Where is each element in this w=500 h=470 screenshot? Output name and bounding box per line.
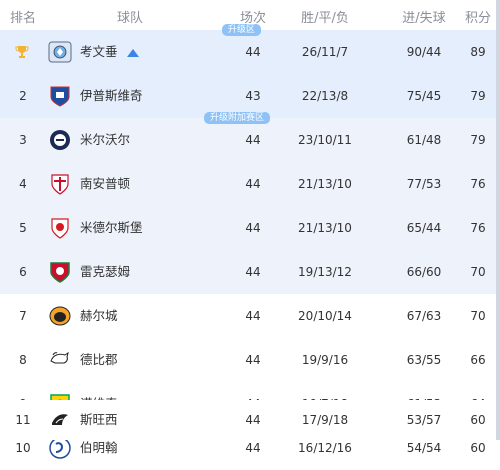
table-row[interactable]: 3 米尔沃尔 44 23/10/11 61/48 79 [0, 118, 500, 162]
played-cell: 44 [245, 309, 261, 323]
record-cell: 17/9/18 [301, 413, 349, 427]
goals-cell: 53/57 [406, 413, 442, 427]
header-points: 积分 [464, 11, 491, 26]
played-cell: 44 [245, 177, 261, 191]
table-row[interactable]: 6 雷克瑟姆 44 19/13/12 66/60 70 [0, 250, 500, 294]
table-row[interactable]: 5 米德尔斯堡 44 21/13/10 65/44 76 [0, 206, 500, 250]
swansea-crest-icon [52, 414, 68, 425]
goals-cell: 65/44 [406, 221, 442, 235]
points-cell: 70 [470, 265, 486, 279]
team-name: 南安普顿 [80, 176, 131, 191]
points-cell: 70 [470, 309, 486, 323]
trophy-icon [15, 46, 29, 58]
goals-cell: 67/63 [406, 309, 442, 323]
coventry-crest-icon [48, 41, 72, 63]
table-row[interactable]: 4 南安普顿 44 21/13/10 77/53 76 [0, 162, 500, 206]
goals-cell: 90/44 [406, 45, 442, 59]
rank-cell: 3 [19, 133, 27, 147]
rank-cell: 7 [19, 309, 27, 323]
millwall-crest-icon [50, 130, 70, 150]
goals-cell: 61/48 [406, 133, 442, 147]
rank-cell: 8 [19, 353, 27, 367]
played-cell: 44 [245, 221, 261, 235]
team-name: 赫尔城 [80, 308, 118, 323]
record-cell: 19/9/16 [301, 353, 349, 367]
scrollbar[interactable] [496, 0, 500, 440]
rank-cell: 11 [15, 413, 31, 427]
played-cell: 44 [245, 45, 261, 59]
record-cell: 21/13/10 [298, 221, 352, 235]
record-cell: 26/11/7 [301, 45, 349, 59]
rank-cell: 4 [19, 177, 27, 191]
record-cell: 23/10/11 [298, 133, 352, 147]
played-cell: 44 [245, 133, 261, 147]
points-cell: 66 [470, 353, 486, 367]
header-goals: 进/失球 [402, 11, 446, 26]
team-name: 考文垂 [80, 30, 240, 74]
team-name: 米尔沃尔 [80, 132, 131, 147]
promotion-zone-tag: 升级区 [222, 24, 262, 36]
team-name: 斯旺西 [80, 412, 118, 427]
played-cell: 44 [245, 413, 261, 427]
hull-crest-icon [49, 306, 71, 326]
record-cell: 20/10/14 [298, 309, 352, 323]
points-cell: 76 [470, 177, 486, 191]
table-row[interactable]: 11 斯旺西 44 17/9/18 53/57 60 [0, 400, 500, 440]
goals-cell: 77/53 [406, 177, 442, 191]
points-cell: 60 [470, 413, 486, 427]
played-cell: 44 [245, 353, 261, 367]
table-row[interactable]: 考文垂 44 26/11/7 90/44 89 [0, 30, 500, 74]
points-cell: 89 [470, 45, 486, 59]
team-name: 德比郡 [80, 352, 118, 367]
rank-cell: 2 [19, 89, 27, 103]
header-team: 球队 [116, 11, 143, 26]
header-record: 胜/平/负 [301, 11, 349, 26]
trend-up-icon [126, 48, 139, 57]
record-cell: 22/13/8 [301, 89, 349, 103]
table-row[interactable]: 8 德比郡 44 19/9/16 63/55 66 [0, 338, 500, 382]
team-name: 米德尔斯堡 [80, 220, 143, 235]
points-cell: 79 [470, 89, 486, 103]
wrexham-crest-icon [50, 262, 70, 283]
table-row[interactable]: 7 赫尔城 44 20/10/14 67/63 70 [0, 294, 500, 338]
birmingham-crest-icon [49, 437, 71, 459]
goals-cell: 63/55 [406, 353, 442, 367]
ipswich-crest-icon [50, 86, 70, 107]
playoff-zone-tag: 升级附加赛区 [204, 112, 271, 124]
points-cell: 79 [470, 133, 486, 147]
derby-crest-icon [50, 351, 69, 364]
rank-cell: 5 [19, 221, 27, 235]
points-cell: 76 [470, 221, 486, 235]
middlesbrough-crest-icon [51, 218, 69, 239]
team-name-text: 考文垂 [80, 44, 118, 59]
played-cell: 44 [245, 265, 261, 279]
goals-cell: 75/45 [406, 89, 442, 103]
record-cell: 21/13/10 [298, 177, 352, 191]
header-rank: 排名 [9, 11, 36, 26]
rank-cell: 6 [19, 265, 27, 279]
team-name: 雷克瑟姆 [80, 264, 131, 279]
goals-cell: 66/60 [406, 265, 442, 279]
record-cell: 19/13/12 [298, 265, 352, 279]
southampton-crest-icon [51, 174, 69, 195]
